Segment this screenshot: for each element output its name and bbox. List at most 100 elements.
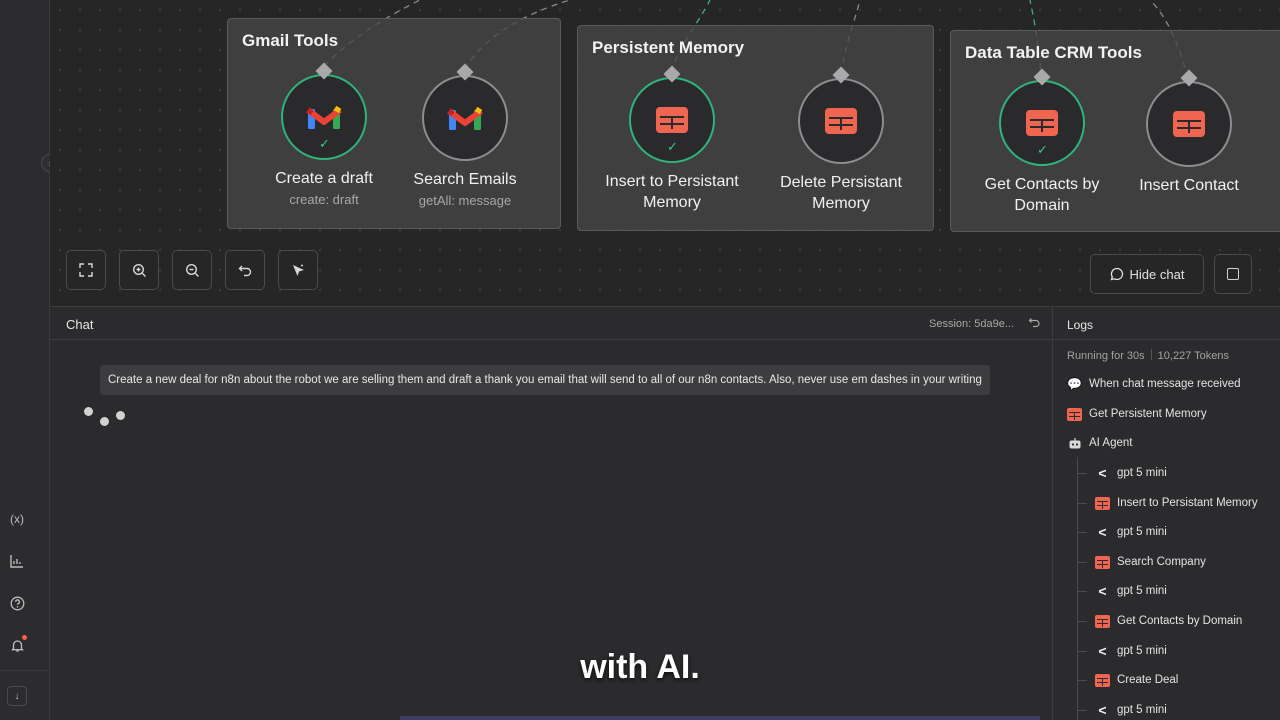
tree-tick	[1077, 532, 1087, 533]
log-item-search-company[interactable]: Search Company	[1095, 553, 1206, 571]
workflow-canvas[interactable]: Gmail Tools ✓ Create a draft create: dra…	[50, 0, 1280, 306]
node-title: Get Contacts by Domain	[984, 176, 1100, 214]
logs-header: Logs	[1053, 307, 1280, 340]
notification-dot	[22, 635, 27, 640]
log-item-gpt-5-mini[interactable]: < gpt 5 mini	[1095, 523, 1167, 541]
undo-button[interactable]	[225, 250, 265, 290]
user-message-bubble: Create a new deal for n8n about the robo…	[100, 365, 990, 395]
node-title: Search Emails	[413, 171, 517, 188]
typing-indicator	[84, 407, 134, 431]
chat-header: Chat Session: 5da9e...	[50, 307, 1052, 340]
square-icon	[1227, 268, 1239, 280]
node-search-emails[interactable]: Search Emails getAll: message	[385, 63, 545, 208]
chat-icon: 💬	[1067, 376, 1082, 391]
data-table-icon	[825, 108, 857, 134]
log-item-ai-agent[interactable]: AI Agent	[1067, 434, 1132, 452]
node-title: Create a draft	[275, 170, 373, 187]
log-label: gpt 5 mini	[1117, 585, 1167, 597]
openai-icon: <	[1098, 464, 1107, 481]
log-item-get-contacts-by-domain[interactable]: Get Contacts by Domain	[1095, 612, 1242, 630]
log-label: gpt 5 mini	[1117, 704, 1167, 716]
group-title: Data Table CRM Tools	[965, 43, 1142, 62]
node-group-persistent-memory[interactable]: Persistent Memory ✓ Insert to Persistant…	[577, 25, 934, 231]
node-circle[interactable]	[422, 75, 508, 161]
robot-icon	[1067, 437, 1082, 450]
tree-tick	[1077, 503, 1087, 504]
tidy-up-button[interactable]	[278, 250, 318, 290]
data-table-icon	[656, 107, 688, 133]
log-label: gpt 5 mini	[1117, 526, 1167, 538]
download-icon[interactable]: ↓	[7, 686, 27, 706]
success-check-icon: ✓	[667, 139, 678, 154]
data-table-icon	[1095, 555, 1110, 569]
node-circle[interactable]: ✓	[629, 77, 715, 163]
success-check-icon: ✓	[319, 136, 330, 151]
log-item-insert-to-persistant-memory[interactable]: Insert to Persistant Memory	[1095, 494, 1258, 512]
openai-icon: <	[1098, 701, 1107, 718]
tree-tick	[1077, 591, 1087, 592]
chat-title: Chat	[66, 317, 94, 332]
node-circle[interactable]: ✓	[281, 74, 367, 160]
log-item-gpt-5-mini[interactable]: < gpt 5 mini	[1095, 464, 1166, 482]
hide-chat-label: Hide chat	[1129, 266, 1185, 282]
node-subtitle: getAll: message	[418, 193, 512, 208]
log-item-gpt-5-mini[interactable]: < gpt 5 mini	[1095, 701, 1167, 719]
success-check-icon: ✓	[1037, 142, 1048, 157]
group-title: Persistent Memory	[592, 38, 745, 57]
data-table-icon	[1173, 111, 1205, 137]
tidy-up-icon	[292, 264, 304, 276]
node-circle[interactable]: ✓	[999, 80, 1085, 166]
video-caption: with AI.	[580, 648, 700, 686]
openai-icon: <	[1098, 582, 1107, 599]
node-insert-contact[interactable]: Insert Contact	[1109, 69, 1269, 196]
log-label: AI Agent	[1089, 437, 1133, 449]
data-table-icon	[1026, 110, 1058, 136]
chat-bubble-icon	[1110, 267, 1123, 281]
token-count: 10,227 Tokens	[1157, 350, 1230, 362]
node-group-data-table-crm-tools[interactable]: Data Table CRM Tools ✓ Get Contacts by D…	[950, 30, 1280, 232]
insights-icon[interactable]	[6, 550, 28, 572]
zoom-in-icon	[132, 263, 146, 277]
node-group-gmail-tools[interactable]: Gmail Tools ✓ Create a draft create: dra…	[227, 18, 561, 229]
log-label: Get Contacts by Domain	[1117, 615, 1243, 627]
help-icon[interactable]	[6, 592, 28, 614]
node-get-contacts-by-domain[interactable]: ✓ Get Contacts by Domain	[962, 68, 1122, 216]
node-circle[interactable]	[798, 78, 884, 164]
running-time: Running for 30s	[1067, 350, 1145, 362]
data-table-icon	[1067, 407, 1082, 421]
tree-tick	[1077, 473, 1087, 474]
log-item-get-persistent-memory[interactable]: Get Persistent Memory	[1067, 405, 1207, 423]
fit-view-button[interactable]	[66, 250, 106, 290]
fit-view-icon	[79, 263, 93, 277]
log-item-gpt-5-mini[interactable]: < gpt 5 mini	[1095, 582, 1167, 600]
undo-icon	[238, 265, 252, 277]
tree-tick	[1077, 621, 1087, 622]
reset-session-icon[interactable]	[1028, 316, 1040, 331]
zoom-out-button[interactable]	[172, 250, 212, 290]
node-title: Insert to Persistant Memory	[605, 173, 739, 211]
gmail-icon	[306, 103, 342, 131]
log-label: Search Company	[1117, 556, 1206, 568]
log-label: Get Persistent Memory	[1089, 408, 1207, 420]
left-sidebar: (x) ↓	[0, 0, 50, 720]
openai-icon: <	[1098, 523, 1107, 540]
group-title: Gmail Tools	[242, 31, 339, 50]
chat-input-edge	[400, 716, 1040, 720]
node-delete-persistant-memory[interactable]: Delete Persistant Memory	[761, 66, 921, 214]
session-id[interactable]: Session: 5da9e...	[929, 318, 1014, 330]
zoom-out-icon	[185, 263, 199, 277]
node-create-a-draft[interactable]: ✓ Create a draft create: draft	[244, 62, 404, 207]
node-circle[interactable]	[1146, 81, 1232, 167]
node-title: Insert Contact	[1139, 177, 1239, 194]
log-item-chat-trigger[interactable]: 💬 When chat message received	[1067, 375, 1240, 393]
tree-tick	[1077, 562, 1087, 563]
toggle-panel-button[interactable]	[1214, 254, 1252, 294]
logs-title: Logs	[1067, 318, 1094, 332]
data-table-icon	[1095, 614, 1110, 628]
node-insert-to-persistant-memory[interactable]: ✓ Insert to Persistant Memory	[592, 65, 752, 213]
variables-icon[interactable]: (x)	[6, 508, 28, 530]
logs-meta: Running for 30s 10,227 Tokens	[1067, 349, 1229, 362]
zoom-in-button[interactable]	[119, 250, 159, 290]
hide-chat-button[interactable]: Hide chat	[1090, 254, 1204, 294]
log-label: Insert to Persistant Memory	[1117, 497, 1258, 509]
